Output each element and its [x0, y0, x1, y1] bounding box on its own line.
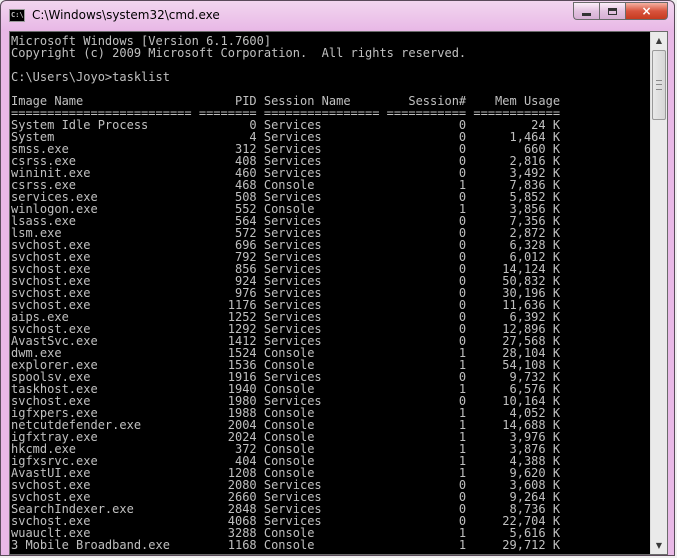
close-icon: ×	[641, 4, 652, 18]
title-bar[interactable]: C:\ C:\Windows\system32\cmd.exe ×	[1, 1, 674, 31]
minimize-icon	[582, 13, 591, 16]
table-row: 3 Mobile Broadband.exe 1168 Console 1 29…	[11, 538, 561, 552]
close-button[interactable]: ×	[625, 2, 668, 20]
scroll-up-arrow-icon[interactable]: ▲	[651, 32, 667, 49]
scroll-down-arrow-icon[interactable]: ▼	[651, 537, 667, 554]
console-output[interactable]: Microsoft Windows [Version 6.1.7600] Cop…	[11, 35, 651, 553]
cmd-app-icon[interactable]: C:\	[9, 9, 25, 22]
command-prompt: C:\Users\Joyo>tasklist	[11, 70, 170, 84]
maximize-button[interactable]	[599, 2, 625, 20]
process-list: System Idle Process 0 Services 0 24 K Sys…	[11, 119, 651, 551]
caption-buttons: ×	[573, 2, 668, 20]
minimize-button[interactable]	[573, 2, 599, 20]
cmd-window: C:\ C:\Windows\system32\cmd.exe × Micros…	[0, 0, 675, 556]
banner-line: Copyright (c) 2009 Microsoft Corporation…	[11, 46, 467, 60]
maximize-icon	[608, 7, 617, 15]
console-area[interactable]: Microsoft Windows [Version 6.1.7600] Cop…	[9, 31, 668, 555]
grip-icon	[656, 80, 662, 90]
window-title: C:\Windows\system32\cmd.exe	[32, 8, 220, 22]
vertical-scrollbar[interactable]: ▲ ▼	[650, 32, 667, 554]
scrollbar-thumb[interactable]	[652, 50, 666, 120]
